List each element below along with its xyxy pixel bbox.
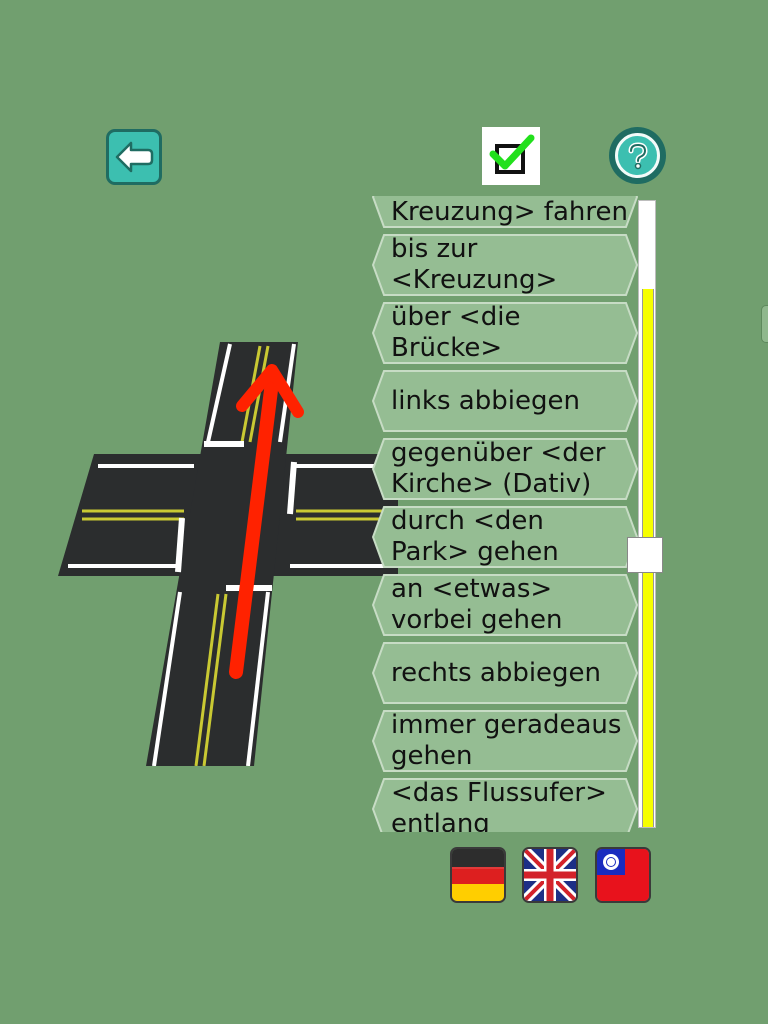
phrase-label: immer geradeaus gehen — [391, 710, 622, 771]
check-answer-button[interactable] — [482, 127, 540, 185]
crossroad-illustration — [58, 342, 398, 766]
phrase-item[interactable]: über <die Brücke> — [372, 302, 638, 364]
question-mark-icon — [628, 141, 648, 169]
help-button[interactable] — [609, 127, 666, 184]
phrase-label: durch <den Park> gehen — [391, 506, 559, 567]
phrase-item[interactable]: links abbiegen — [372, 370, 638, 432]
phrase-list[interactable]: <über die Kreuzung> fahren bis zur <Kreuz… — [372, 196, 638, 832]
phrase-item[interactable]: rechts abbiegen — [372, 642, 638, 704]
scrollbar-track[interactable] — [638, 200, 656, 828]
phrase-label: <über die Kreuzung> fahren — [391, 197, 628, 227]
uk-flag-icon[interactable] — [522, 847, 578, 903]
phrase-label: gegenüber <der Kirche> (Dativ) — [391, 438, 606, 499]
phrase-item[interactable]: gegenüber <der Kirche> (Dativ) — [372, 438, 638, 500]
phrase-label: rechts abbiegen — [391, 657, 602, 688]
phrase-label: bis zur <Kreuzung> — [391, 234, 558, 295]
checkbox-checked-icon — [489, 134, 535, 174]
arrow-left-icon — [115, 141, 154, 173]
phrase-label: links abbiegen — [391, 385, 580, 416]
taiwan-flag-icon[interactable] — [595, 847, 651, 903]
phrase-item[interactable]: an <etwas> vorbei gehen — [372, 574, 638, 636]
phrase-item[interactable]: <über die Kreuzung> fahren — [372, 196, 638, 228]
german-flag-icon[interactable] — [450, 847, 506, 903]
phrase-label: <das Flussufer> entlang — [391, 778, 607, 832]
phrase-item[interactable]: bis zur <Kreuzung> — [372, 234, 638, 296]
phrase-item[interactable]: immer geradeaus gehen — [372, 710, 638, 772]
back-button[interactable] — [106, 129, 162, 185]
phrase-label: an <etwas> vorbei gehen — [391, 574, 563, 635]
phrase-label: über <die Brücke> — [391, 302, 521, 363]
side-drawer-handle[interactable] — [761, 305, 768, 343]
phrase-item[interactable]: <das Flussufer> entlang — [372, 778, 638, 832]
scrollbar-thumb[interactable] — [627, 537, 663, 573]
phrase-item[interactable]: durch <den Park> gehen — [372, 506, 638, 568]
